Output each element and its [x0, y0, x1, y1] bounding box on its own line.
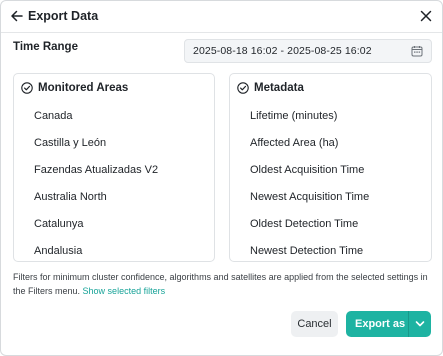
monitored-area-item[interactable]: Catalunya	[34, 218, 158, 245]
time-range-value: 2025-08-18 16:02 - 2025-08-25 16:02	[193, 45, 372, 57]
dialog-title: Export Data	[28, 9, 99, 23]
metadata-list: Lifetime (minutes) Affected Area (ha) Ol…	[250, 110, 369, 272]
metadata-item[interactable]: Oldest Detection Time	[250, 218, 369, 245]
metadata-item[interactable]: Lifetime (minutes)	[250, 110, 369, 137]
time-range-field[interactable]: 2025-08-18 16:02 - 2025-08-25 16:02	[184, 39, 432, 63]
metadata-title: Metadata	[254, 82, 304, 94]
calendar-icon[interactable]	[411, 45, 423, 57]
monitored-areas-list: Canada Castilla y León Fazendas Atualiza…	[34, 110, 158, 272]
monitored-area-item[interactable]: Castilla y León	[34, 137, 158, 164]
metadata-panel: Metadata Lifetime (minutes) Affected Are…	[229, 73, 432, 262]
cancel-button[interactable]: Cancel	[291, 311, 338, 337]
monitored-area-item[interactable]: Canada	[34, 110, 158, 137]
metadata-item[interactable]: Newest Acquisition Time	[250, 191, 369, 218]
close-icon[interactable]	[420, 10, 432, 22]
metadata-item[interactable]: Newest Detection Time	[250, 245, 369, 272]
monitored-area-item[interactable]: Andalusia	[34, 245, 158, 272]
export-data-dialog: Export Data Time Range 2025-08-18 16:02 …	[0, 0, 443, 356]
monitored-area-item[interactable]: Australia North	[34, 191, 158, 218]
time-range-label: Time Range	[13, 41, 78, 53]
filters-note: Filters for minimum cluster confidence, …	[13, 271, 433, 298]
show-selected-filters-link[interactable]: Show selected filters	[83, 286, 166, 296]
filters-note-text: Filters for minimum cluster confidence, …	[13, 272, 428, 296]
export-as-button[interactable]: Export as	[346, 311, 431, 337]
chevron-down-icon[interactable]	[415, 320, 425, 328]
monitored-areas-title: Monitored Areas	[38, 82, 129, 94]
dialog-header: Export Data	[1, 1, 442, 33]
metadata-item[interactable]: Affected Area (ha)	[250, 137, 369, 164]
check-circle-icon[interactable]	[237, 82, 249, 94]
button-divider	[408, 311, 409, 337]
metadata-item[interactable]: Oldest Acquisition Time	[250, 164, 369, 191]
arrow-left-icon[interactable]	[10, 9, 24, 23]
monitored-area-item[interactable]: Fazendas Atualizadas V2	[34, 164, 158, 191]
monitored-areas-panel: Monitored Areas Canada Castilla y León F…	[13, 73, 215, 262]
export-as-label: Export as	[355, 318, 406, 330]
check-circle-icon[interactable]	[21, 82, 33, 94]
